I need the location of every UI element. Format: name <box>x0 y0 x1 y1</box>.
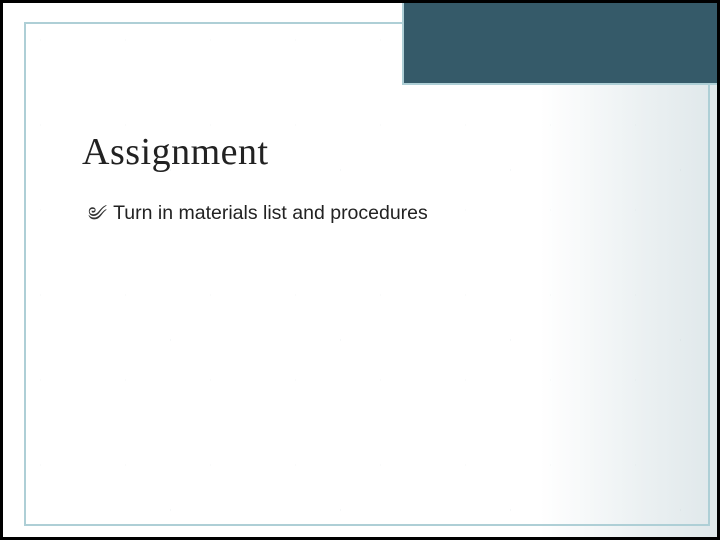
title-corner-block <box>402 3 717 85</box>
bullet-item: ༄ Turn in materials list and procedures <box>82 202 670 225</box>
slide-title: Assignment <box>82 130 670 174</box>
slide-content: Assignment ༄ Turn in materials list and … <box>24 22 710 526</box>
bullet-text: Turn in materials list and procedures <box>113 202 428 225</box>
flourish-icon: ༄ <box>88 205 107 225</box>
